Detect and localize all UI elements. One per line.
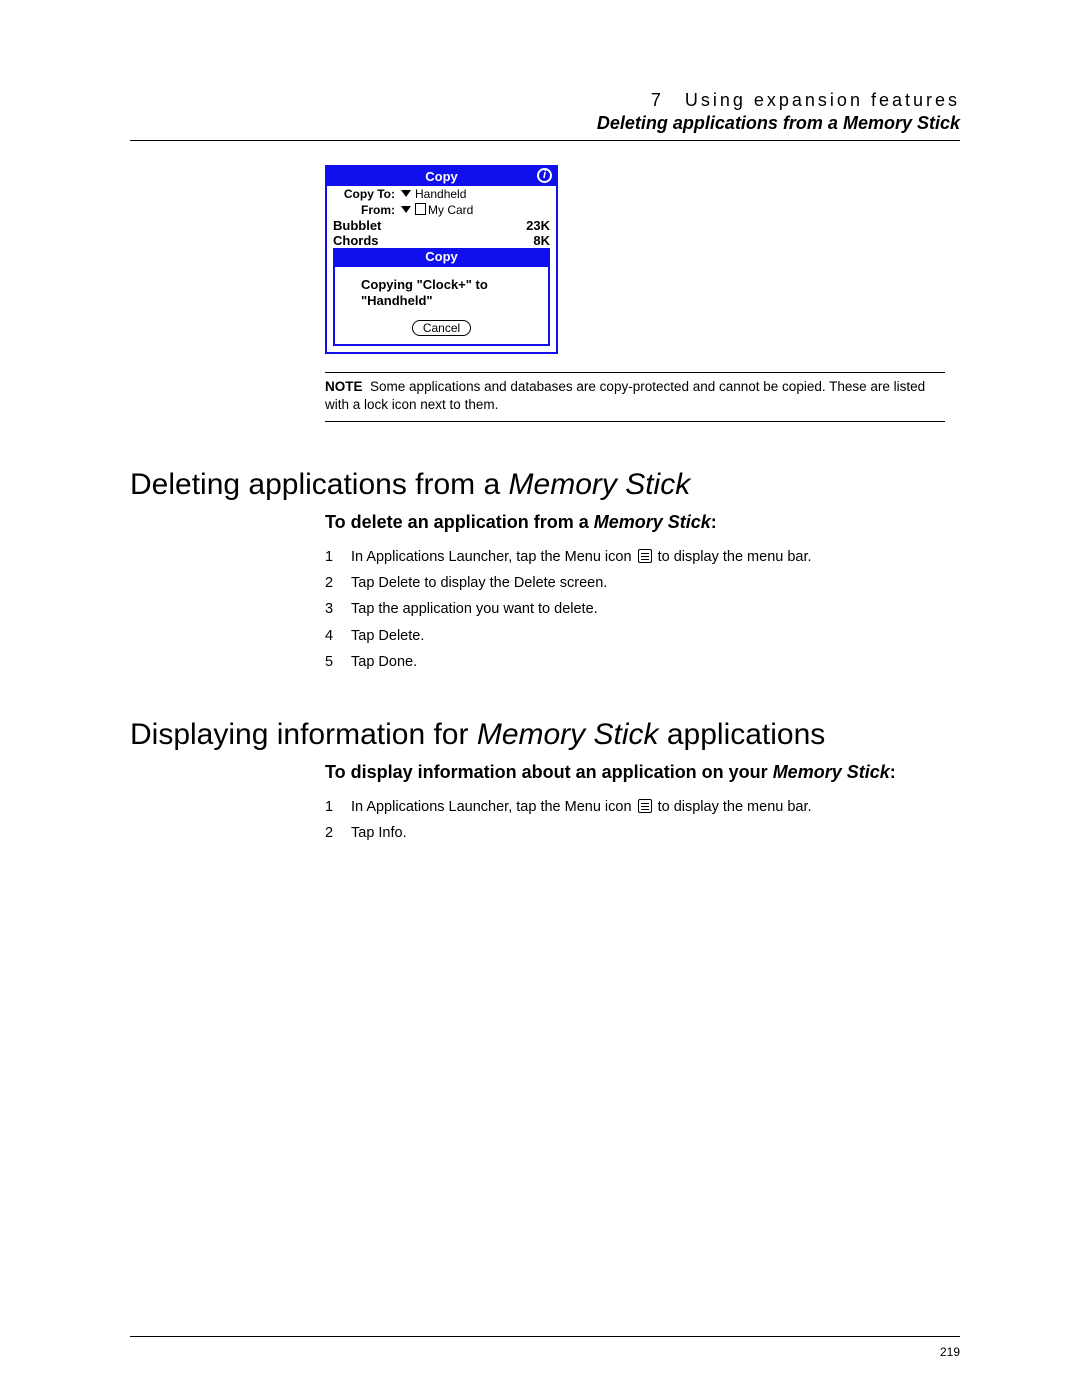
step-row: 5 Tap Done. [325, 652, 960, 672]
steps-list-1: 1 In Applications Launcher, tap the Menu… [325, 547, 960, 672]
heading-text: Displaying information for [130, 718, 477, 751]
palm-title: Copy [425, 169, 458, 184]
heading-italic: Memory Stick [477, 718, 659, 751]
step-num: 2 [325, 823, 351, 843]
page: 7 Using expansion features Deleting appl… [0, 0, 1080, 1397]
dialog-msg-line: Copying "Clock+" to [361, 277, 488, 292]
list-row: Bubblet 23K [327, 218, 556, 233]
info-icon: i [537, 168, 552, 183]
palm-dialog-message: Copying "Clock+" to "Handheld" [343, 277, 540, 320]
step-num: 5 [325, 652, 351, 672]
copy-to-label: Copy To: [333, 187, 399, 201]
sub-text: To display information about an applicat… [325, 762, 773, 782]
menu-icon [638, 549, 652, 563]
cancel-button: Cancel [412, 320, 471, 336]
dropdown-icon [401, 206, 411, 213]
step-text: In Applications Launcher, tap the Menu i… [351, 547, 812, 567]
note-block: NOTE Some applications and databases are… [325, 372, 945, 421]
header-chapter: 7 Using expansion features [130, 90, 960, 111]
step-num: 1 [325, 547, 351, 567]
step-text: Tap Info. [351, 823, 407, 843]
step-row: 1 In Applications Launcher, tap the Menu… [325, 547, 960, 567]
heading-text: applications [659, 718, 826, 751]
sub-colon: : [890, 762, 896, 782]
item-size: 8K [533, 233, 550, 248]
step-part: to display the menu bar. [654, 549, 812, 565]
note-rule [325, 421, 945, 422]
running-header: 7 Using expansion features Deleting appl… [130, 90, 960, 134]
dialog-msg-line: "Handheld" [361, 293, 433, 308]
header-rule [130, 140, 960, 141]
subheading-display: To display information about an applicat… [325, 762, 945, 783]
menu-icon [638, 799, 652, 813]
step-part: to display the menu bar. [654, 799, 812, 815]
step-part: In Applications Launcher, tap the Menu i… [351, 799, 636, 815]
step-row: 2 Tap Delete to display the Delete scree… [325, 573, 960, 593]
sub-text: To delete an application from a [325, 512, 594, 532]
note-text: NOTE Some applications and databases are… [325, 378, 945, 414]
palm-screenshot: Copy i Copy To: Handheld From: My Card B… [325, 165, 558, 354]
sub-colon: : [711, 512, 717, 532]
item-name: Bubblet [333, 218, 381, 233]
from-value: My Card [428, 203, 473, 217]
header-subtitle: Deleting applications from a Memory Stic… [130, 113, 960, 134]
section-heading-displaying: Displaying information for Memory Stick … [130, 718, 960, 752]
heading-text: Deleting applications from a [130, 468, 509, 501]
page-number: 219 [940, 1345, 960, 1359]
step-num: 3 [325, 599, 351, 619]
palm-dialog: Copying "Clock+" to "Handheld" Cancel [333, 265, 550, 346]
copy-to-row: Copy To: Handheld [327, 186, 556, 202]
step-text: Tap Delete to display the Delete screen. [351, 573, 607, 593]
item-name: Chords [333, 233, 379, 248]
heading-italic: Memory Stick [509, 468, 691, 501]
steps-list-2: 1 In Applications Launcher, tap the Menu… [325, 797, 960, 844]
step-row: 1 In Applications Launcher, tap the Menu… [325, 797, 960, 817]
subheading-delete: To delete an application from a Memory S… [325, 512, 960, 533]
palm-dialog-title: Copy [333, 248, 550, 265]
footer-rule [130, 1336, 960, 1337]
step-text: In Applications Launcher, tap the Menu i… [351, 797, 812, 817]
sub-italic: Memory Stick [594, 512, 711, 532]
step-num: 1 [325, 797, 351, 817]
dropdown-icon [401, 190, 411, 197]
step-text: Tap Delete. [351, 626, 424, 646]
list-row: Chords 8K [327, 233, 556, 248]
step-num: 2 [325, 573, 351, 593]
note-body: Some applications and databases are copy… [325, 379, 925, 412]
palm-title-bar: Copy i [327, 167, 556, 186]
step-text: Tap the application you want to delete. [351, 599, 598, 619]
item-size: 23K [526, 218, 550, 233]
step-row: 4 Tap Delete. [325, 626, 960, 646]
from-label: From: [333, 203, 399, 217]
copy-to-value: Handheld [415, 187, 466, 201]
card-icon [415, 203, 426, 215]
note-rule [325, 372, 945, 373]
section-heading-deleting: Deleting applications from a Memory Stic… [130, 468, 960, 502]
step-part: In Applications Launcher, tap the Menu i… [351, 549, 636, 565]
figure-wrap: Copy i Copy To: Handheld From: My Card B… [325, 165, 960, 354]
step-text: Tap Done. [351, 652, 417, 672]
note-prefix: NOTE [325, 379, 363, 394]
step-row: 2 Tap Info. [325, 823, 960, 843]
sub-italic: Memory Stick [773, 762, 890, 782]
step-row: 3 Tap the application you want to delete… [325, 599, 960, 619]
from-row: From: My Card [327, 202, 556, 218]
step-num: 4 [325, 626, 351, 646]
